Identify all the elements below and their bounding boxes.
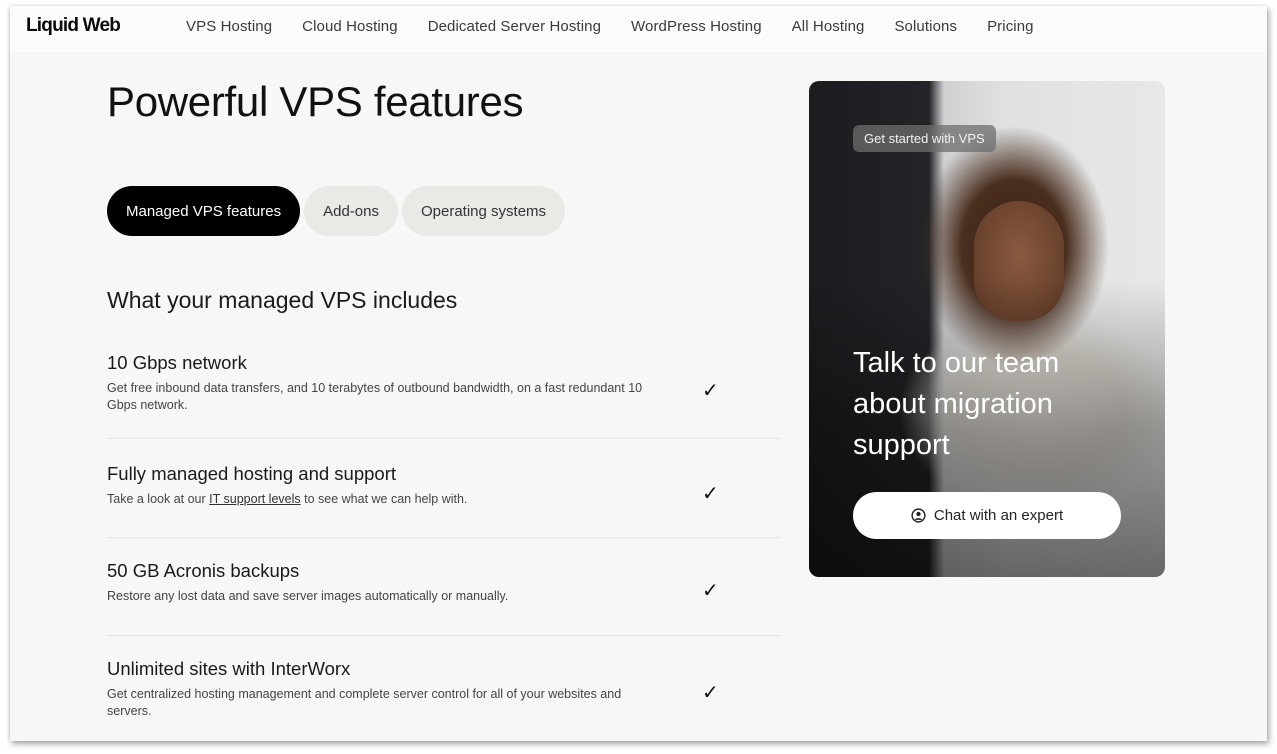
promo-card: Get started with VPS Talk to our team ab… [809, 81, 1165, 577]
chat-button-label: Chat with an expert [933, 507, 1064, 524]
feature-title: 50 GB Acronis backups [107, 560, 300, 581]
feature-description: Get centralized hosting management and c… [107, 687, 622, 718]
main-nav: VPS Hosting Cloud Hosting Dedicated Serv… [186, 18, 1064, 35]
description-text: to see what we can help with. [300, 492, 468, 506]
feature-item: Unlimited sites with InterWorx Get centr… [107, 636, 780, 741]
feature-description: Take a look at our IT support levels to … [107, 491, 647, 508]
feature-item: 50 GB Acronis backups Restore any lost d… [107, 538, 780, 636]
feature-list: 10 Gbps network Get free inbound data tr… [107, 340, 780, 741]
check-icon: ✓ [702, 380, 719, 402]
tab-operating-systems[interactable]: Operating systems [401, 186, 566, 236]
check-icon: ✓ [702, 483, 719, 505]
section-subtitle: What your managed VPS includes [107, 287, 458, 313]
browser-page: Liquid Web VPS Hosting Cloud Hosting Ded… [10, 6, 1267, 741]
check-icon: ✓ [702, 580, 719, 602]
tab-add-ons[interactable]: Add-ons [304, 186, 398, 236]
nav-pricing[interactable]: Pricing [987, 18, 1034, 35]
feature-item: Fully managed hosting and support Take a… [107, 439, 780, 538]
site-header: Liquid Web VPS Hosting Cloud Hosting Ded… [10, 6, 1267, 52]
nav-vps-hosting[interactable]: VPS Hosting [186, 18, 272, 35]
tab-managed-vps-features[interactable]: Managed VPS features [107, 186, 301, 236]
user-circle-icon [911, 508, 926, 523]
nav-wordpress-hosting[interactable]: WordPress Hosting [631, 18, 762, 35]
promo-badge: Get started with VPS [853, 125, 996, 152]
feature-title: Fully managed hosting and support [107, 463, 396, 484]
nav-solutions[interactable]: Solutions [894, 18, 957, 35]
nav-all-hosting[interactable]: All Hosting [792, 18, 865, 35]
page-title: Powerful VPS features [107, 78, 524, 125]
feature-description: Restore any lost data and save server im… [107, 589, 509, 603]
description-text: Take a look at our [107, 492, 210, 506]
logo[interactable]: Liquid Web [26, 15, 121, 37]
promo-heading: Talk to our team about migration support [853, 347, 1060, 461]
nav-cloud-hosting[interactable]: Cloud Hosting [302, 18, 398, 35]
nav-dedicated-server-hosting[interactable]: Dedicated Server Hosting [428, 18, 601, 35]
feature-tabs: Managed VPS features Add-ons Operating s… [107, 186, 566, 236]
it-support-levels-link[interactable]: IT support levels [209, 492, 300, 506]
feature-description: Get free inbound data transfers, and 10 … [107, 381, 643, 412]
check-icon: ✓ [702, 682, 719, 704]
feature-title: 10 Gbps network [107, 352, 247, 373]
feature-item: 10 Gbps network Get free inbound data tr… [107, 340, 780, 439]
chat-with-expert-button[interactable]: Chat with an expert [853, 492, 1121, 539]
feature-title: Unlimited sites with InterWorx [107, 658, 351, 679]
